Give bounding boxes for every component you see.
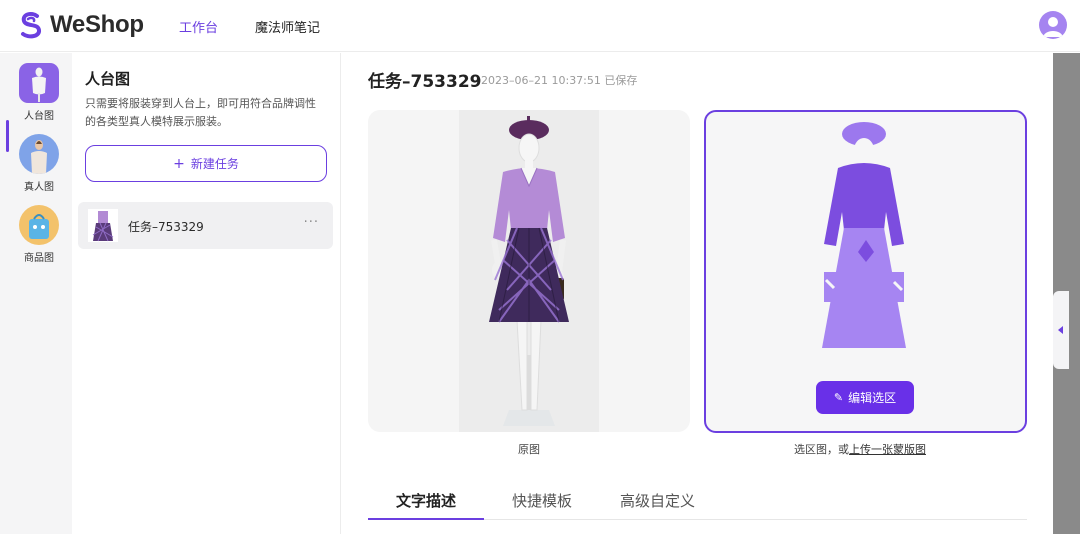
edit-selection-label: 编辑选区 xyxy=(848,391,897,405)
plus-icon: + xyxy=(173,155,185,172)
panel-description: 只需要将服装穿到人台上，即可用符合品牌调性的各类型真人模特展示服装。 xyxy=(85,97,316,128)
rail-item-product[interactable]: 商品图 xyxy=(18,205,60,264)
rail-item-mannequin[interactable]: 人台图 xyxy=(18,63,60,122)
collapse-panel-handle[interactable] xyxy=(1053,291,1069,369)
upload-mask-link[interactable]: 上传一张蒙版图 xyxy=(849,443,926,456)
selection-caption: 选区图，或上传一张蒙版图 xyxy=(794,441,926,457)
original-caption: 原图 xyxy=(518,443,540,456)
caret-left-icon xyxy=(1058,326,1063,334)
weshop-logo-icon xyxy=(21,11,41,39)
rail-active-indicator xyxy=(6,120,9,152)
product-thumbnail xyxy=(19,205,59,245)
main-workspace: 任务–753329 2023–06–21 10:37:51 已保存 ✎ 编辑选区… xyxy=(342,53,1053,534)
nav-magician-notes[interactable]: 魔法师笔记 xyxy=(255,17,320,36)
task-save-status: 2023–06–21 10:37:51 已保存 xyxy=(481,74,638,87)
new-task-label: 新建任务 xyxy=(190,157,239,171)
pencil-icon: ✎ xyxy=(833,391,844,404)
nav-workbench[interactable]: 工作台 xyxy=(179,17,218,36)
task-title: 任务–753329 xyxy=(368,72,482,92)
more-options-icon[interactable]: ··· xyxy=(304,215,319,230)
task-panel: 人台图 只需要将服装穿到人台上，即可用符合品牌调性的各类型真人模特展示服装。 +… xyxy=(72,53,341,534)
task-list-item[interactable]: 任务–753329 ··· xyxy=(78,202,333,249)
panel-title: 人台图 xyxy=(85,70,131,88)
selection-caption-text: 选区图，或 xyxy=(794,443,849,456)
rail-label: 人台图 xyxy=(24,111,54,122)
original-photo xyxy=(459,110,599,432)
user-icon xyxy=(1043,17,1063,37)
selection-mask-card[interactable]: ✎ 编辑选区 xyxy=(704,110,1027,433)
brand-name: WeShop xyxy=(50,11,144,38)
rail-label: 真人图 xyxy=(24,182,54,193)
category-rail: 人台图 真人图 商品图 xyxy=(0,53,72,534)
mask-silhouette xyxy=(822,122,906,348)
tab-quick-templates[interactable]: 快捷模板 xyxy=(512,490,572,511)
rail-item-real-model[interactable]: 真人图 xyxy=(18,134,60,193)
user-avatar[interactable] xyxy=(1039,11,1067,39)
active-tab-underline xyxy=(368,518,484,520)
tab-text-description[interactable]: 文字描述 xyxy=(396,490,456,511)
rail-label: 商品图 xyxy=(24,253,54,264)
top-header: WeShop 工作台 魔法师笔记 xyxy=(0,0,1080,52)
new-task-button[interactable]: + 新建任务 xyxy=(85,145,327,182)
edit-selection-button[interactable]: ✎ 编辑选区 xyxy=(816,381,914,414)
prompt-tabs: 文字描述 快捷模板 高级自定义 xyxy=(368,478,1027,520)
real-model-thumbnail xyxy=(19,134,59,174)
task-thumbnail xyxy=(88,209,118,242)
logo[interactable]: WeShop xyxy=(16,10,144,40)
original-image-card[interactable] xyxy=(368,110,690,432)
mannequin-thumbnail xyxy=(19,63,59,103)
task-name: 任务–753329 xyxy=(128,220,204,234)
tab-advanced-custom[interactable]: 高级自定义 xyxy=(620,490,695,511)
